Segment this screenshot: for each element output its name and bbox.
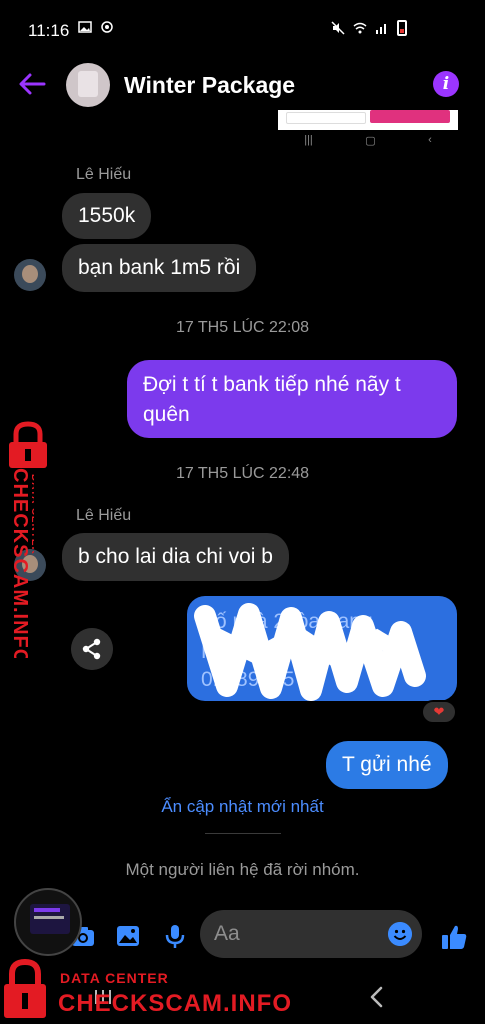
- status-notification-icons: [78, 20, 114, 34]
- message-bubble-outgoing[interactable]: T gửi nhé: [326, 741, 448, 789]
- emoji-icon[interactable]: [388, 922, 412, 946]
- watermark-lock-icon: [9, 421, 47, 468]
- redacted-image-message[interactable]: Số nhà 2 tòa hang Hà Nội... kiện 0... 89…: [187, 596, 457, 701]
- recent-apps-glyph: |||: [304, 134, 313, 146]
- gallery-icon[interactable]: [115, 923, 141, 949]
- gallery-icon: [78, 21, 92, 33]
- thumbs-up-icon[interactable]: [440, 923, 468, 951]
- message-line: quên: [143, 403, 190, 426]
- chat-header: Winter Package i: [0, 58, 485, 110]
- redaction-scribble: [194, 603, 426, 701]
- sender-name: Lê Hiếu: [76, 507, 132, 524]
- message-timestamp: 17 TH5 LÚC 22:48: [175, 465, 310, 482]
- home-glyph: ▢: [365, 134, 376, 147]
- chat-title[interactable]: Winter Package: [124, 72, 295, 99]
- floating-chat-head[interactable]: [14, 888, 82, 956]
- message-bubble-incoming[interactable]: b cho lai dia chi voi b: [62, 533, 289, 581]
- watermark-small-text: DATA CENTER: [60, 970, 169, 986]
- message-line: Đợi t tí t bank tiếp nhé nãy t: [143, 373, 401, 396]
- watermark-side-text: CHECKSCAM.INFO DATA CENTER: [9, 468, 34, 658]
- message-bubble-outgoing[interactable]: Đợi t tí t bank tiếp nhé nãy t quên: [127, 360, 457, 438]
- watermark-big-text: CHECKSCAM.INFO: [58, 990, 292, 1017]
- image-detail: [286, 112, 366, 124]
- mute-icon: [331, 21, 345, 35]
- message-bubble-incoming[interactable]: 1550k: [62, 193, 152, 239]
- battery-icon: [397, 20, 407, 36]
- image-detail: [370, 110, 450, 123]
- group-avatar[interactable]: [66, 63, 110, 107]
- back-arrow-icon[interactable]: [18, 72, 46, 96]
- share-icon[interactable]: [71, 628, 113, 670]
- divider: [205, 833, 281, 834]
- hide-latest-updates-link[interactable]: Ẩn cập nhật mới nhất: [0, 797, 485, 817]
- svg-text:CHECKSCAM.INFO: CHECKSCAM.INFO: [9, 468, 31, 658]
- svg-text:DATA CENTER: DATA CENTER: [29, 474, 34, 555]
- back-glyph: ‹: [428, 134, 432, 146]
- watermark-lock-icon: [4, 958, 46, 1018]
- info-icon[interactable]: i: [433, 71, 459, 97]
- partial-image-navbar: ||| ▢ ‹: [278, 130, 458, 150]
- sender-name: Lê Hiếu: [76, 166, 132, 183]
- system-notice: Một người liên hệ đã rời nhóm.: [125, 860, 360, 879]
- nav-back-icon[interactable]: [364, 984, 390, 1010]
- microphone-icon[interactable]: [162, 923, 188, 949]
- status-system-icons: [331, 20, 407, 36]
- partial-image-attachment[interactable]: [278, 110, 458, 130]
- signal-icon: [376, 24, 386, 34]
- message-input-container[interactable]: [200, 910, 422, 958]
- chat-head-preview: [30, 904, 70, 934]
- wifi-icon: [353, 22, 367, 34]
- shield-sync-icon: [101, 21, 113, 33]
- sender-avatar[interactable]: [14, 259, 46, 291]
- message-input[interactable]: [214, 918, 384, 950]
- heart-reaction-icon[interactable]: ❤: [421, 700, 457, 724]
- status-bar: 11:16: [0, 0, 485, 54]
- status-time: 11:16: [28, 21, 70, 40]
- message-timestamp: 17 TH5 LÚC 22:08: [175, 319, 310, 336]
- message-bubble-incoming[interactable]: bạn bank 1m5 rồi: [62, 244, 257, 292]
